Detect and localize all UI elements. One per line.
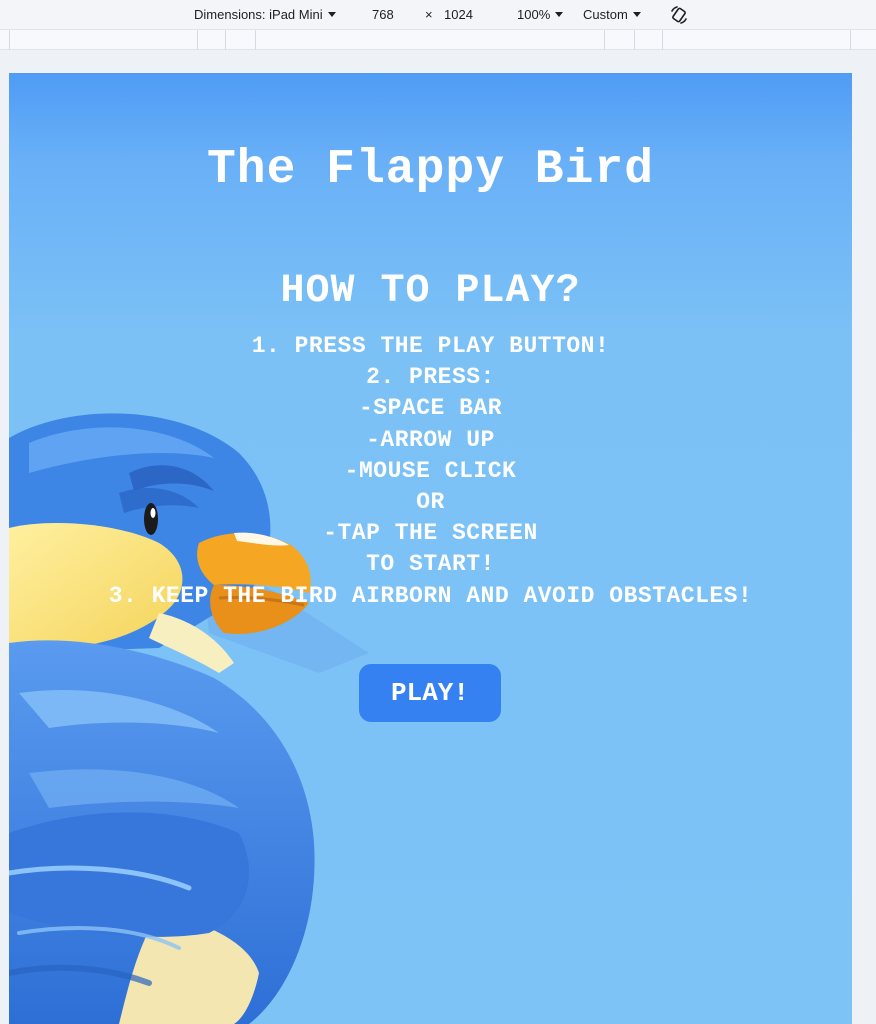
chevron-down-icon (555, 12, 564, 17)
zoom-label: 100% (517, 7, 551, 22)
how-to-play-heading: HOW TO PLAY? (280, 269, 581, 314)
dimensions-dropdown[interactable]: Dimensions: iPad Mini (194, 7, 336, 22)
width-input[interactable]: 768 (372, 7, 394, 22)
media-query-ruler (0, 30, 876, 50)
instruction-line: -ARROW UP (366, 426, 495, 453)
chevron-down-icon (632, 12, 641, 17)
instruction-line: 2. PRESS: (366, 364, 495, 391)
dimensions-label: Dimensions: iPad Mini (194, 7, 323, 22)
device-toolbar: Dimensions: iPad Mini 768 × 1024 100% Cu… (0, 0, 876, 30)
play-button[interactable]: PLAY! (359, 664, 501, 722)
throttle-label: Custom (583, 7, 628, 22)
instruction-line: -MOUSE CLICK (344, 457, 517, 484)
instruction-line: 1. PRESS THE PLAY BUTTON! (251, 333, 610, 359)
instruction-line: -SPACE BAR (358, 395, 503, 422)
instruction-line: -TAP THE SCREEN (323, 520, 538, 547)
game-title: The Flappy Bird (206, 143, 655, 197)
zoom-dropdown[interactable]: 100% (517, 7, 564, 22)
throttle-dropdown[interactable]: Custom (583, 7, 641, 22)
dimension-separator: × (425, 7, 433, 22)
chevron-down-icon (327, 12, 336, 17)
instruction-line: 3. KEEP THE BIRD AIRBORN AND AVOID OBSTA… (108, 582, 753, 609)
game-viewport: The Flappy Bird HOW TO PLAY? 1. PRESS TH… (9, 73, 852, 1024)
height-input[interactable]: 1024 (444, 7, 473, 22)
instructions-list: 1. PRESS THE PLAY BUTTON! 2. PRESS: -SPA… (9, 331, 852, 612)
rotate-device-icon[interactable] (668, 4, 690, 26)
instruction-line: OR (416, 489, 445, 516)
instruction-line: TO START! (366, 551, 495, 578)
